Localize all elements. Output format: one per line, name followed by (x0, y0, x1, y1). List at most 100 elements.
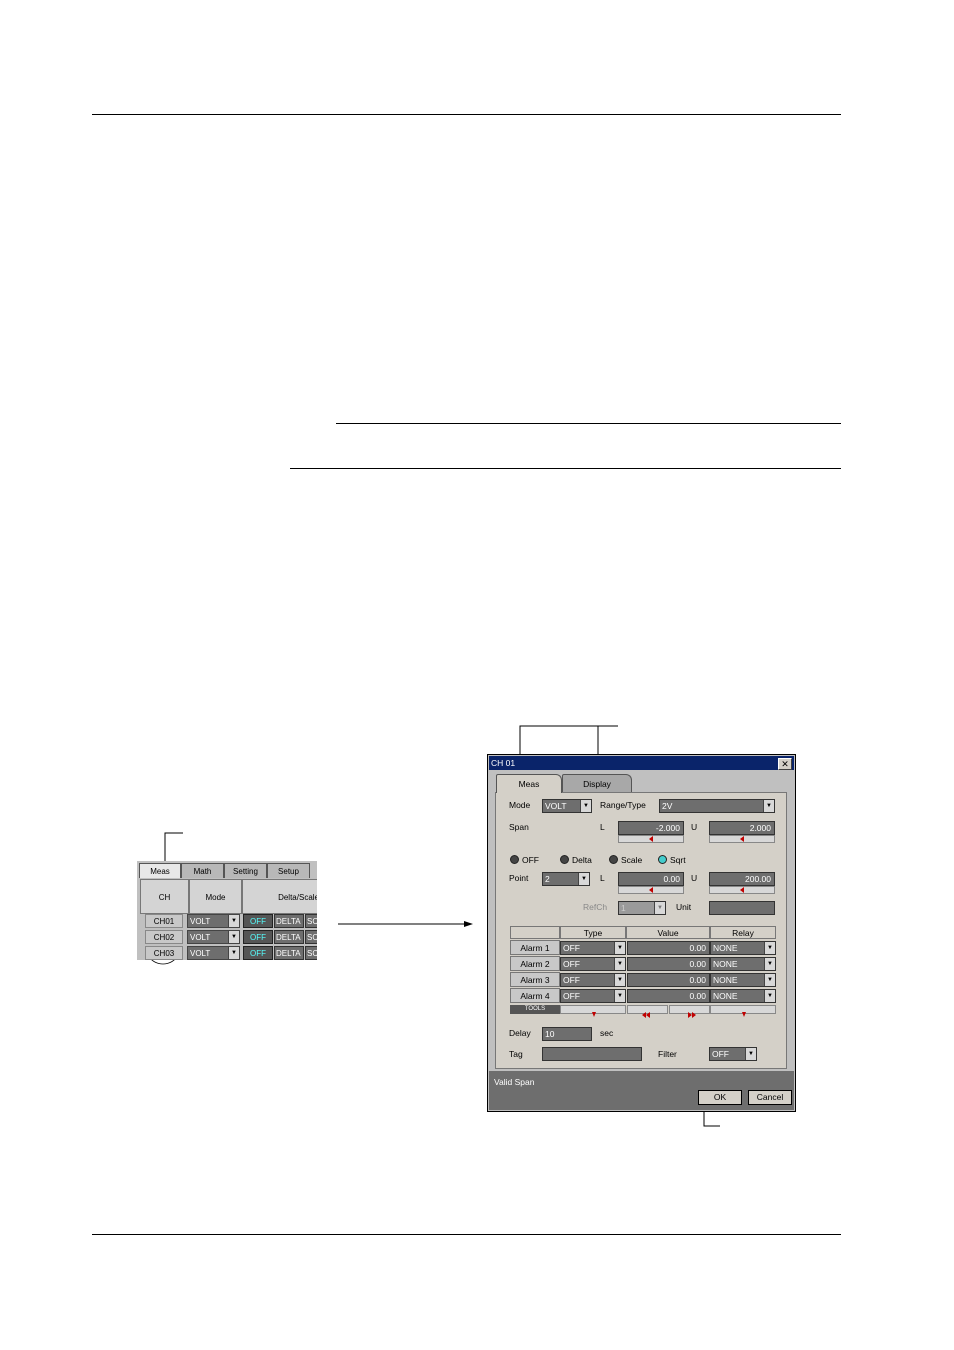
alarm-relay-value: NONE (713, 975, 738, 985)
alarm-relay-dropdown[interactable]: NONE ▼ (710, 957, 776, 971)
grid-scale-button[interactable]: SC (305, 946, 317, 960)
tools-value-decrement-button[interactable] (627, 1005, 668, 1018)
grid-tab-meas[interactable]: Meas (139, 863, 181, 878)
radio-off[interactable] (510, 855, 519, 864)
dialog-titlebar[interactable]: CH 01 ✕ (489, 756, 794, 770)
cancel-button[interactable]: Cancel (748, 1090, 792, 1105)
chevron-down-icon[interactable]: ▼ (764, 942, 775, 954)
chevron-down-icon[interactable]: ▼ (764, 958, 775, 970)
alarm-value-field[interactable]: 0.00 (627, 957, 710, 971)
grid-mode-dropdown[interactable]: VOLT ▼ (187, 930, 240, 944)
filter-dropdown[interactable]: OFF ▼ (709, 1047, 757, 1061)
scale-lower-spinner[interactable] (618, 886, 684, 894)
alarm-type-dropdown[interactable]: OFF ▼ (560, 989, 626, 1003)
grid-scale-button[interactable]: SC (305, 930, 317, 944)
alarm-header-relay: Relay (710, 926, 776, 939)
point-value: 2 (545, 874, 550, 884)
tools-value-increment-button[interactable] (669, 1005, 710, 1018)
arrow-left-icon (740, 836, 744, 842)
grid-header-ch: CH (140, 879, 189, 914)
chevron-down-icon[interactable]: ▼ (614, 990, 625, 1002)
radio-scale[interactable] (609, 855, 618, 864)
refch-dropdown[interactable]: 1 ▼ (618, 901, 666, 915)
tag-field[interactable] (542, 1047, 642, 1061)
alarm-row-label: Alarm 3 (510, 972, 560, 987)
arrow-left-icon (649, 836, 653, 842)
alarm-value-field[interactable]: 0.00 (627, 941, 710, 955)
grid-off-button[interactable]: OFF (243, 930, 273, 944)
tools-relay-copy-button[interactable] (710, 1005, 776, 1017)
chevron-down-icon[interactable]: ▼ (763, 800, 774, 812)
chevron-down-icon[interactable]: ▼ (614, 942, 625, 954)
arrow-left-icon (649, 887, 653, 893)
span-upper-spinner[interactable] (709, 835, 775, 843)
alarm-relay-dropdown[interactable]: NONE ▼ (710, 973, 776, 987)
grid-off-button[interactable]: OFF (243, 914, 273, 928)
delay-unit-label: sec (600, 1028, 614, 1038)
alarm-type-dropdown[interactable]: OFF ▼ (560, 973, 626, 987)
grid-mode-dropdown[interactable]: VOLT ▼ (187, 914, 240, 928)
scale-lower-field[interactable]: 0.00 (618, 872, 684, 886)
alarm-header-value: Value (626, 926, 710, 939)
alarm-row-label: Alarm 1 (510, 940, 560, 955)
grid-ch-cell[interactable]: CH03 (145, 946, 183, 960)
alarm-type-dropdown[interactable]: OFF ▼ (560, 941, 626, 955)
filter-value: OFF (712, 1049, 729, 1059)
scale-u-label: U (691, 873, 698, 883)
radio-sqrt[interactable] (658, 855, 667, 864)
grid-delta-button[interactable]: DELTA (274, 946, 304, 960)
alarm-value-field[interactable]: 0.00 (627, 989, 710, 1003)
chevron-down-icon[interactable]: ▼ (654, 902, 665, 914)
grid-off-button[interactable]: OFF (243, 946, 273, 960)
chevron-down-icon[interactable]: ▼ (578, 873, 589, 885)
grid-ch-cell[interactable]: CH02 (145, 930, 183, 944)
alarm-relay-value: NONE (713, 943, 738, 953)
grid-mode-dropdown[interactable]: VOLT ▼ (187, 946, 240, 960)
alarm-value-field[interactable]: 0.00 (627, 973, 710, 987)
range-type-dropdown[interactable]: 2V ▼ (659, 799, 775, 813)
delay-field[interactable]: 10 (542, 1027, 592, 1041)
grid-tab-setting[interactable]: Setting (224, 863, 267, 878)
grid-mode-value: VOLT (190, 933, 211, 942)
unit-field[interactable] (709, 901, 775, 915)
range-type-value: 2V (662, 801, 673, 811)
chevron-down-icon[interactable]: ▼ (614, 958, 625, 970)
alarm-type-dropdown[interactable]: OFF ▼ (560, 957, 626, 971)
grid-delta-button[interactable]: DELTA (274, 930, 304, 944)
dialog-title: CH 01 (491, 758, 516, 768)
tab-meas[interactable]: Meas (496, 774, 562, 793)
span-upper-field[interactable]: 2.000 (709, 821, 775, 835)
scale-upper-spinner[interactable] (709, 886, 775, 894)
alarm-relay-dropdown[interactable]: NONE ▼ (710, 941, 776, 955)
span-lower-field[interactable]: -2.000 (618, 821, 684, 835)
chevron-down-icon[interactable]: ▼ (614, 974, 625, 986)
alarm-row-label: Alarm 2 (510, 956, 560, 971)
grid-scale-button[interactable]: SC (305, 914, 317, 928)
grid-tab-setup[interactable]: Setup (267, 863, 310, 878)
chevron-down-icon[interactable]: ▼ (745, 1048, 756, 1060)
chevron-down-icon[interactable]: ▼ (228, 931, 239, 943)
span-lower-spinner[interactable] (618, 835, 684, 843)
chevron-down-icon[interactable]: ▼ (228, 947, 239, 959)
grid-ch-cell[interactable]: CH01 (145, 914, 183, 928)
chevron-down-icon[interactable]: ▼ (764, 974, 775, 986)
alarm-type-value: OFF (563, 975, 580, 985)
close-icon[interactable]: ✕ (778, 758, 792, 770)
alarm-type-value: OFF (563, 959, 580, 969)
grid-tab-math[interactable]: Math (181, 863, 224, 878)
tab-display[interactable]: Display (562, 774, 632, 792)
alarm-header-type: Type (560, 926, 626, 939)
chevron-down-icon[interactable]: ▼ (228, 915, 239, 927)
grid-delta-button[interactable]: DELTA (274, 914, 304, 928)
mode-dropdown[interactable]: VOLT ▼ (542, 799, 592, 813)
scale-upper-field[interactable]: 200.00 (709, 872, 775, 886)
radio-delta[interactable] (560, 855, 569, 864)
chevron-down-icon[interactable]: ▼ (580, 800, 591, 812)
alarm-type-value: OFF (563, 943, 580, 953)
chevron-down-icon[interactable]: ▼ (764, 990, 775, 1002)
point-dropdown[interactable]: 2 ▼ (542, 872, 590, 886)
tools-type-copy-button[interactable] (560, 1005, 626, 1017)
alarm-relay-dropdown[interactable]: NONE ▼ (710, 989, 776, 1003)
ok-button[interactable]: OK (698, 1090, 742, 1105)
grid-header-mode: Mode (189, 879, 242, 914)
